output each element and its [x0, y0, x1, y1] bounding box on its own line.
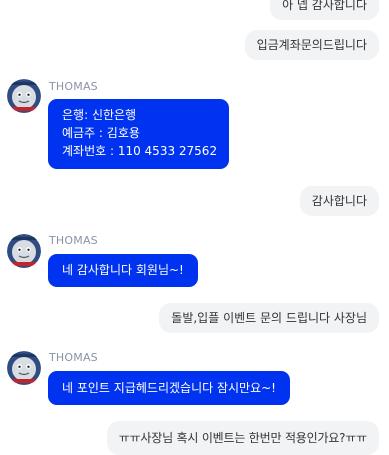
outgoing-message: 아 넵 감사합니다 — [270, 0, 379, 20]
message-line: 계좌번호 : 110 4533 27562 — [62, 144, 218, 158]
message-line: 예금주 : 김호용 — [62, 126, 140, 140]
message-text: 네 감사합니다 회원님~! — [62, 263, 184, 277]
sender-name: THOMAS — [49, 80, 98, 93]
message-line: 은행: 신한은행 — [62, 108, 137, 122]
message-text: 아 넵 감사합니다 — [282, 0, 367, 12]
outgoing-message: 돌발,입플 이벤트 문의 드립니다 사장님 — [159, 303, 379, 333]
message-text: 입금계좌문의드립니다 — [256, 38, 367, 52]
outgoing-message: 감사합니다 — [299, 186, 379, 216]
message-text: 감사합니다 — [311, 194, 367, 208]
thomas-train-avatar-icon[interactable] — [7, 234, 41, 268]
sender-name: THOMAS — [49, 234, 98, 247]
thomas-train-avatar-icon[interactable] — [7, 351, 41, 385]
message-text: 네 포인트 지급헤드리겠습니다 잠시만요~! — [62, 381, 276, 395]
message-text: ㅠㅠ사장님 혹시 이벤트는 한번만 적용인가요?ㅠㅠ — [118, 431, 367, 445]
outgoing-message: ㅠㅠ사장님 혹시 이벤트는 한번만 적용인가요?ㅠㅠ — [106, 421, 379, 455]
thomas-train-avatar-icon[interactable] — [7, 79, 41, 113]
outgoing-message: 입금계좌문의드립니다 — [244, 30, 379, 60]
message-text: 돌발,입플 이벤트 문의 드립니다 사장님 — [171, 311, 367, 325]
incoming-message: 네 감사합니다 회원님~! — [48, 254, 198, 287]
incoming-message: 은행: 신한은행 예금주 : 김호용 계좌번호 : 110 4533 27562 — [48, 99, 229, 169]
sender-name: THOMAS — [49, 351, 98, 364]
incoming-message: 네 포인트 지급헤드리겠습니다 잠시만요~! — [48, 371, 290, 405]
